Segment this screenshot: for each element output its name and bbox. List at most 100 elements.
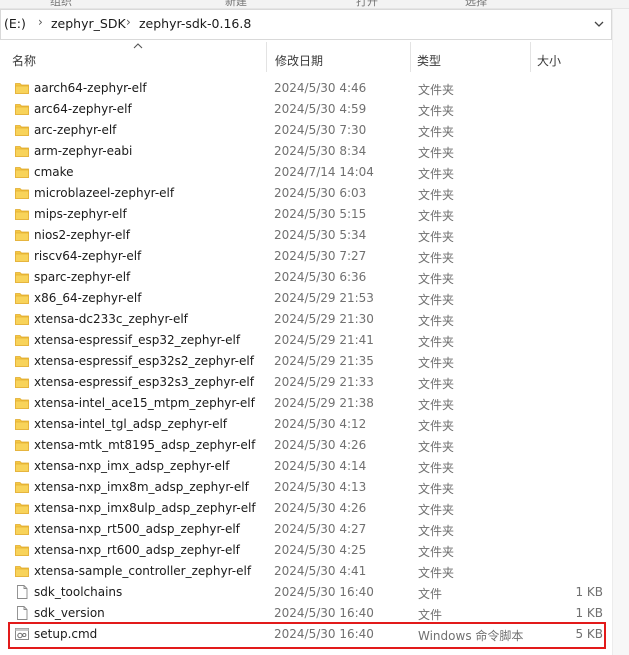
file-date: 2024/5/29 21:53 (274, 291, 374, 305)
file-type: 文件夹 (418, 83, 455, 97)
file-name: mips-zephyr-elf (34, 207, 127, 221)
column-header-date[interactable]: 修改日期 (263, 40, 410, 74)
folder-row[interactable]: xtensa-mtk_mt8195_adsp_zephyr-elf 2024/5/… (0, 435, 612, 456)
folder-icon (15, 564, 29, 578)
folder-row[interactable]: riscv64-zephyr-elf 2024/5/30 7:27 文件夹 (0, 246, 612, 267)
folder-row[interactable]: mips-zephyr-elf 2024/5/30 5:15 文件夹 (0, 204, 612, 225)
file-name: xtensa-espressif_esp32s2_zephyr-elf (34, 354, 254, 368)
file-date: 2024/5/29 21:35 (274, 354, 374, 368)
folder-icon (15, 81, 29, 95)
folder-icon (15, 480, 29, 494)
file-name: xtensa-espressif_esp32_zephyr-elf (34, 333, 241, 347)
toolbar-organize[interactable]: 组织 (50, 0, 72, 8)
address-segment-zephyr-sdk[interactable]: zephyr_SDK (51, 16, 126, 31)
file-type: 文件 (418, 608, 443, 622)
address-drive[interactable]: (E:) (4, 16, 26, 31)
address-separator[interactable]: › (38, 15, 43, 29)
file-name: x86_64-zephyr-elf (34, 291, 142, 305)
cmd-script-icon (15, 627, 29, 641)
file-type: Windows 命令脚本 (418, 629, 524, 643)
file-date: 2024/5/30 16:40 (274, 627, 374, 641)
file-date: 2024/5/30 7:27 (274, 249, 367, 263)
address-separator[interactable]: › (126, 15, 131, 29)
folder-row[interactable]: xtensa-espressif_esp32s2_zephyr-elf 2024/… (0, 351, 612, 372)
file-icon (15, 585, 29, 599)
file-name: sparc-zephyr-elf (34, 270, 131, 284)
file-type: 文件夹 (418, 335, 455, 349)
folder-icon (15, 102, 29, 116)
folder-row[interactable]: xtensa-nxp_rt600_adsp_zephyr-elf 2024/5/3… (0, 540, 612, 561)
toolbar-open[interactable]: 打开 (356, 0, 378, 8)
file-name: arm-zephyr-eabi (34, 144, 133, 158)
toolbar-select[interactable]: 选择 (465, 0, 487, 8)
folder-row[interactable]: arm-zephyr-eabi 2024/5/30 8:34 文件夹 (0, 141, 612, 162)
file-row[interactable]: sdk_version 2024/5/30 16:40 文件 1 KB (0, 603, 612, 624)
folder-row[interactable]: xtensa-sample_controller_zephyr-elf 2024/… (0, 561, 612, 582)
column-header-type[interactable]: 类型 (405, 40, 525, 74)
file-name: aarch64-zephyr-elf (34, 81, 147, 95)
folder-row[interactable]: xtensa-intel_ace15_mtpm_zephyr-elf 2024/5… (0, 393, 612, 414)
column-header-name[interactable]: 名称 (0, 40, 266, 74)
file-row[interactable]: setup.cmd 2024/5/30 16:40 Windows 命令脚本 5 KB (0, 624, 612, 645)
file-type: 文件夹 (418, 167, 455, 181)
file-date: 2024/5/30 5:15 (274, 207, 367, 221)
file-type: 文件夹 (418, 104, 455, 118)
file-type: 文件夹 (418, 209, 455, 223)
file-name: xtensa-nxp_imx8ulp_adsp_zephyr-elf (34, 501, 256, 515)
folder-row[interactable]: xtensa-espressif_esp32_zephyr-elf 2024/5/… (0, 330, 612, 351)
address-segment-sdk-version[interactable]: zephyr-sdk-0.16.8 (139, 16, 251, 31)
folder-icon (15, 123, 29, 137)
folder-row[interactable]: xtensa-nxp_rt500_adsp_zephyr-elf 2024/5/3… (0, 519, 612, 540)
file-name: xtensa-nxp_imx_adsp_zephyr-elf (34, 459, 230, 473)
file-type: 文件夹 (418, 461, 455, 475)
file-date: 2024/5/30 6:03 (274, 186, 367, 200)
file-date: 2024/5/29 21:33 (274, 375, 374, 389)
file-date: 2024/5/30 16:40 (274, 585, 374, 599)
file-type: 文件夹 (418, 440, 455, 454)
folder-row[interactable]: sparc-zephyr-elf 2024/5/30 6:36 文件夹 (0, 267, 612, 288)
file-name: xtensa-intel_ace15_mtpm_zephyr-elf (34, 396, 255, 410)
file-date: 2024/5/30 4:46 (274, 81, 367, 95)
file-date: 2024/5/30 4:14 (274, 459, 367, 473)
file-icon (15, 606, 29, 620)
folder-row[interactable]: xtensa-nxp_imx8ulp_adsp_zephyr-elf 2024/5… (0, 498, 612, 519)
address-bar[interactable]: (E:) › zephyr_SDK › zephyr-sdk-0.16.8 (0, 9, 612, 40)
folder-row[interactable]: nios2-zephyr-elf 2024/5/30 5:34 文件夹 (0, 225, 612, 246)
address-dropdown-icon[interactable] (591, 16, 607, 32)
file-type: 文件夹 (418, 566, 455, 580)
file-size: 1 KB (575, 606, 603, 620)
folder-row[interactable]: aarch64-zephyr-elf 2024/5/30 4:46 文件夹 (0, 78, 612, 99)
folder-icon (15, 396, 29, 410)
folder-row[interactable]: xtensa-nxp_imx8m_adsp_zephyr-elf 2024/5/3… (0, 477, 612, 498)
file-name: arc-zephyr-elf (34, 123, 117, 137)
file-type: 文件夹 (418, 293, 455, 307)
folder-row[interactable]: arc-zephyr-elf 2024/5/30 7:30 文件夹 (0, 120, 612, 141)
folder-row[interactable]: xtensa-dc233c_zephyr-elf 2024/5/29 21:30 文… (0, 309, 612, 330)
folder-row[interactable]: microblazeel-zephyr-elf 2024/5/30 6:03 文件夹 (0, 183, 612, 204)
file-name: xtensa-dc233c_zephyr-elf (34, 312, 188, 326)
folder-icon (15, 270, 29, 284)
scrollbar[interactable] (612, 9, 629, 655)
folder-icon (15, 354, 29, 368)
folder-icon (15, 312, 29, 326)
folder-row[interactable]: arc64-zephyr-elf 2024/5/30 4:59 文件夹 (0, 99, 612, 120)
column-header-size[interactable]: 大小 (525, 40, 612, 74)
file-date: 2024/5/30 4:13 (274, 480, 367, 494)
file-name: nios2-zephyr-elf (34, 228, 130, 242)
file-name: xtensa-sample_controller_zephyr-elf (34, 564, 252, 578)
file-type: 文件夹 (418, 251, 455, 265)
file-type: 文件夹 (418, 377, 455, 391)
folder-row[interactable]: xtensa-nxp_imx_adsp_zephyr-elf 2024/5/30 … (0, 456, 612, 477)
folder-row[interactable]: xtensa-intel_tgl_adsp_zephyr-elf 2024/5/3… (0, 414, 612, 435)
file-type: 文件夹 (418, 545, 455, 559)
toolbar-new[interactable]: 新建 (225, 0, 247, 8)
file-row[interactable]: sdk_toolchains 2024/5/30 16:40 文件 1 KB (0, 582, 612, 603)
folder-row[interactable]: cmake 2024/7/14 14:04 文件夹 (0, 162, 612, 183)
file-name: xtensa-nxp_imx8m_adsp_zephyr-elf (34, 480, 249, 494)
folder-row[interactable]: x86_64-zephyr-elf 2024/5/29 21:53 文件夹 (0, 288, 612, 309)
file-name: cmake (34, 165, 74, 179)
folder-icon (15, 228, 29, 242)
file-date: 2024/5/30 4:41 (274, 564, 367, 578)
file-date: 2024/5/30 4:26 (274, 438, 367, 452)
folder-row[interactable]: xtensa-espressif_esp32s3_zephyr-elf 2024/… (0, 372, 612, 393)
